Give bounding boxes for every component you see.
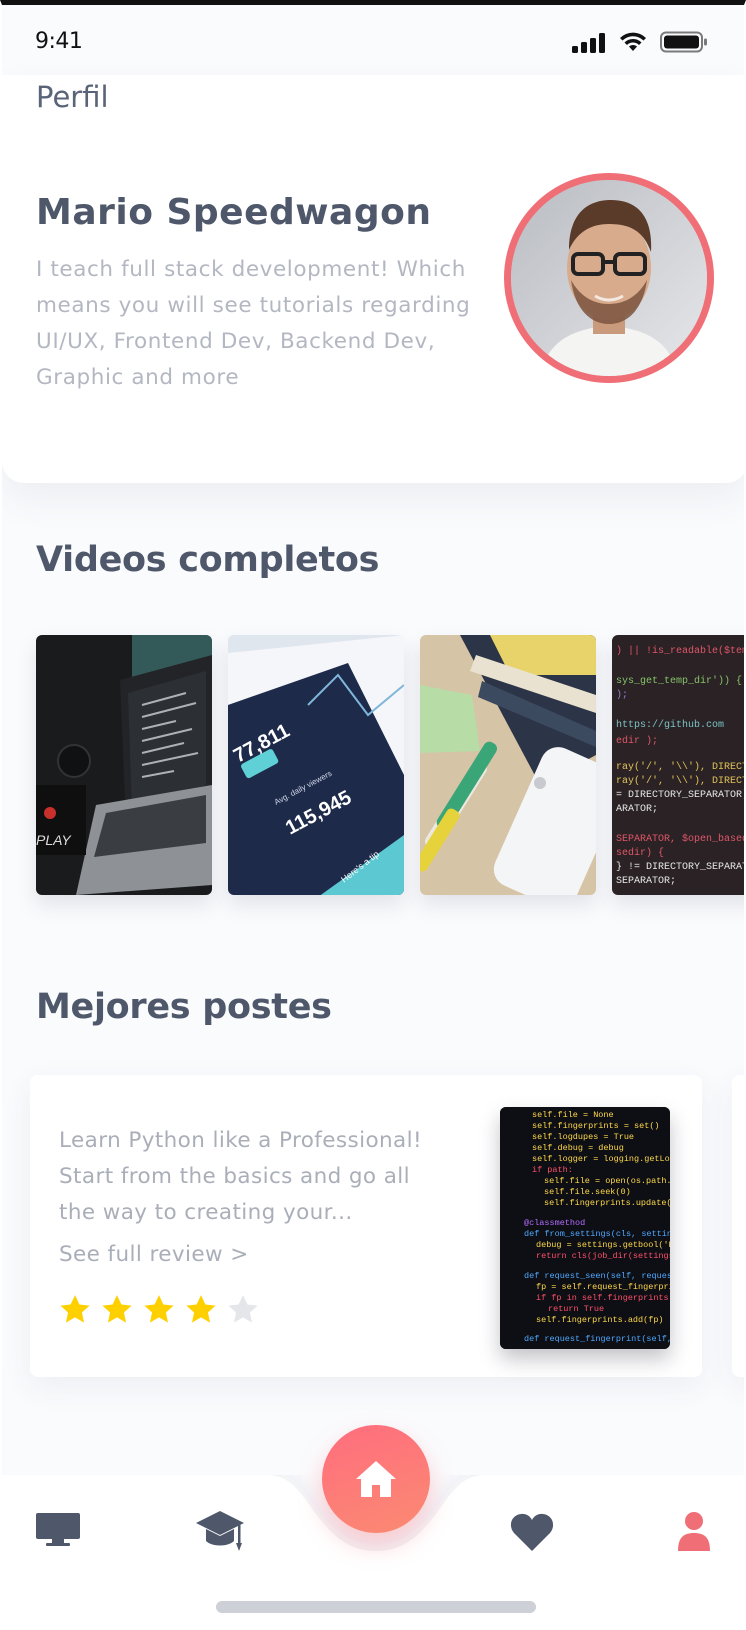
code-line: SEPARATOR, $open_basedir	[616, 833, 746, 845]
home-icon	[356, 1461, 396, 1497]
code-line: self.fingerprints = set()	[532, 1121, 660, 1131]
nav-monitor[interactable]	[36, 1513, 80, 1551]
code-line: return cls(job_dir(settings),	[536, 1251, 670, 1261]
code-line: fp = self.request_fingerprint	[536, 1282, 670, 1292]
home-button[interactable]	[322, 1425, 430, 1533]
battery-icon	[660, 31, 707, 53]
star-filled-icon	[60, 1295, 90, 1323]
laptop-code-image: PLAY	[36, 635, 212, 895]
code-line: https://github.com	[616, 719, 724, 731]
video-thumb-stationery[interactable]	[420, 635, 596, 895]
code-line: def from_settings(cls, settings):	[524, 1229, 670, 1239]
code-line: edir );	[616, 735, 658, 747]
code-line: } != DIRECTORY_SEPARATOR)	[616, 861, 746, 873]
posts-heading: Mejores postes	[36, 987, 332, 1027]
code-line: ) || !is_readable($temp	[616, 645, 746, 657]
code-line: @classmethod	[524, 1218, 585, 1228]
monitor-icon	[36, 1513, 80, 1546]
user-icon	[678, 1512, 710, 1551]
star-empty-icon	[228, 1295, 258, 1323]
code-line: self.file.seek(0)	[544, 1187, 631, 1197]
code-line: return True	[548, 1304, 604, 1314]
code-line: = DIRECTORY_SEPARATOR) {	[616, 789, 746, 801]
code-line: ARATOR;	[616, 804, 658, 815]
code-line: def request_fingerprint(self, r	[524, 1334, 670, 1344]
avatar-photo	[511, 180, 707, 376]
code-line: if path:	[532, 1165, 573, 1175]
nav-favorites[interactable]	[510, 1513, 554, 1555]
code-line: );	[616, 689, 628, 701]
heart-icon	[510, 1513, 554, 1551]
code-line: SEPARATOR;	[616, 876, 676, 887]
code-line: self.file = None	[532, 1110, 614, 1120]
code-line: self.debug = debug	[532, 1143, 624, 1153]
star-filled-icon	[102, 1295, 132, 1323]
nav-courses[interactable]	[196, 1511, 244, 1557]
video-thumb-analytics[interactable]: 77,811 115,945 Avg. daily viewers Here's…	[228, 635, 404, 895]
code-line: self.logger = logging.getLogger	[532, 1154, 670, 1164]
videos-heading: Videos completos	[36, 540, 380, 580]
phone-frame: 9:41 Perfil Mario Speedwagon I teach ful…	[0, 0, 746, 1630]
graduation-cap-icon	[196, 1511, 244, 1551]
post-card[interactable]: Learn Python like a Professional! Start …	[30, 1075, 702, 1377]
python-code-image: self.file = None self.fingerprints = set…	[500, 1107, 670, 1349]
code-line: self.file = open(os.path.	[544, 1176, 670, 1186]
post-image[interactable]: self.file = None self.fingerprints = set…	[500, 1107, 670, 1349]
analytics-image: 77,811 115,945 Avg. daily viewers Here's…	[228, 635, 404, 895]
php-code-image: ) || !is_readable($temp sys_get_temp_dir…	[612, 635, 746, 895]
code-line: debug = settings.getbool('DUPEF	[536, 1240, 670, 1250]
code-line: ray('/', '\\'), DIRECTORY	[616, 761, 746, 773]
see-full-review-link[interactable]: See full review >	[59, 1242, 249, 1267]
page-title: Perfil	[36, 80, 109, 114]
code-line: if fp in self.fingerprints:	[536, 1293, 670, 1303]
thumb-shirt-text: PLAY	[36, 832, 72, 848]
status-bar: 9:41	[2, 5, 744, 75]
stationery-image	[420, 635, 596, 895]
code-line: self.fingerprints.update(x	[544, 1198, 670, 1208]
profile-card: Perfil Mario Speedwagon I teach full sta…	[2, 75, 744, 483]
video-thumb-laptop-code[interactable]: PLAY	[36, 635, 212, 895]
status-icons	[572, 31, 708, 53]
code-line: self.logdupes = True	[532, 1132, 634, 1142]
wifi-icon	[620, 32, 646, 51]
status-time: 9:41	[35, 29, 83, 54]
video-thumb-php-code[interactable]: ) || !is_readable($temp sys_get_temp_dir…	[612, 635, 746, 895]
avatar[interactable]	[504, 173, 714, 383]
star-filled-icon	[186, 1295, 216, 1323]
code-line: ray('/', '\\'), DIRECTORY	[616, 775, 746, 787]
rating-stars	[58, 1293, 260, 1327]
code-line: sys_get_temp_dir')) {	[616, 675, 742, 687]
signal-icon	[572, 33, 605, 53]
code-line: sedir) {	[616, 847, 664, 859]
code-line: def request_seen(self, request):	[524, 1271, 670, 1281]
nav-profile[interactable]	[678, 1511, 710, 1555]
next-post-card[interactable]	[732, 1075, 744, 1377]
profile-bio: I teach full stack development! Which me…	[36, 257, 471, 390]
code-line: self.fingerprints.add(fp)	[536, 1315, 664, 1325]
home-indicator[interactable]	[216, 1601, 536, 1613]
star-filled-icon	[144, 1295, 174, 1323]
post-excerpt: Learn Python like a Professional! Start …	[59, 1128, 423, 1225]
profile-name: Mario Speedwagon	[36, 192, 432, 233]
videos-carousel[interactable]: PLAY 77,811 115,945 Avg. daily viewers H…	[36, 635, 746, 895]
